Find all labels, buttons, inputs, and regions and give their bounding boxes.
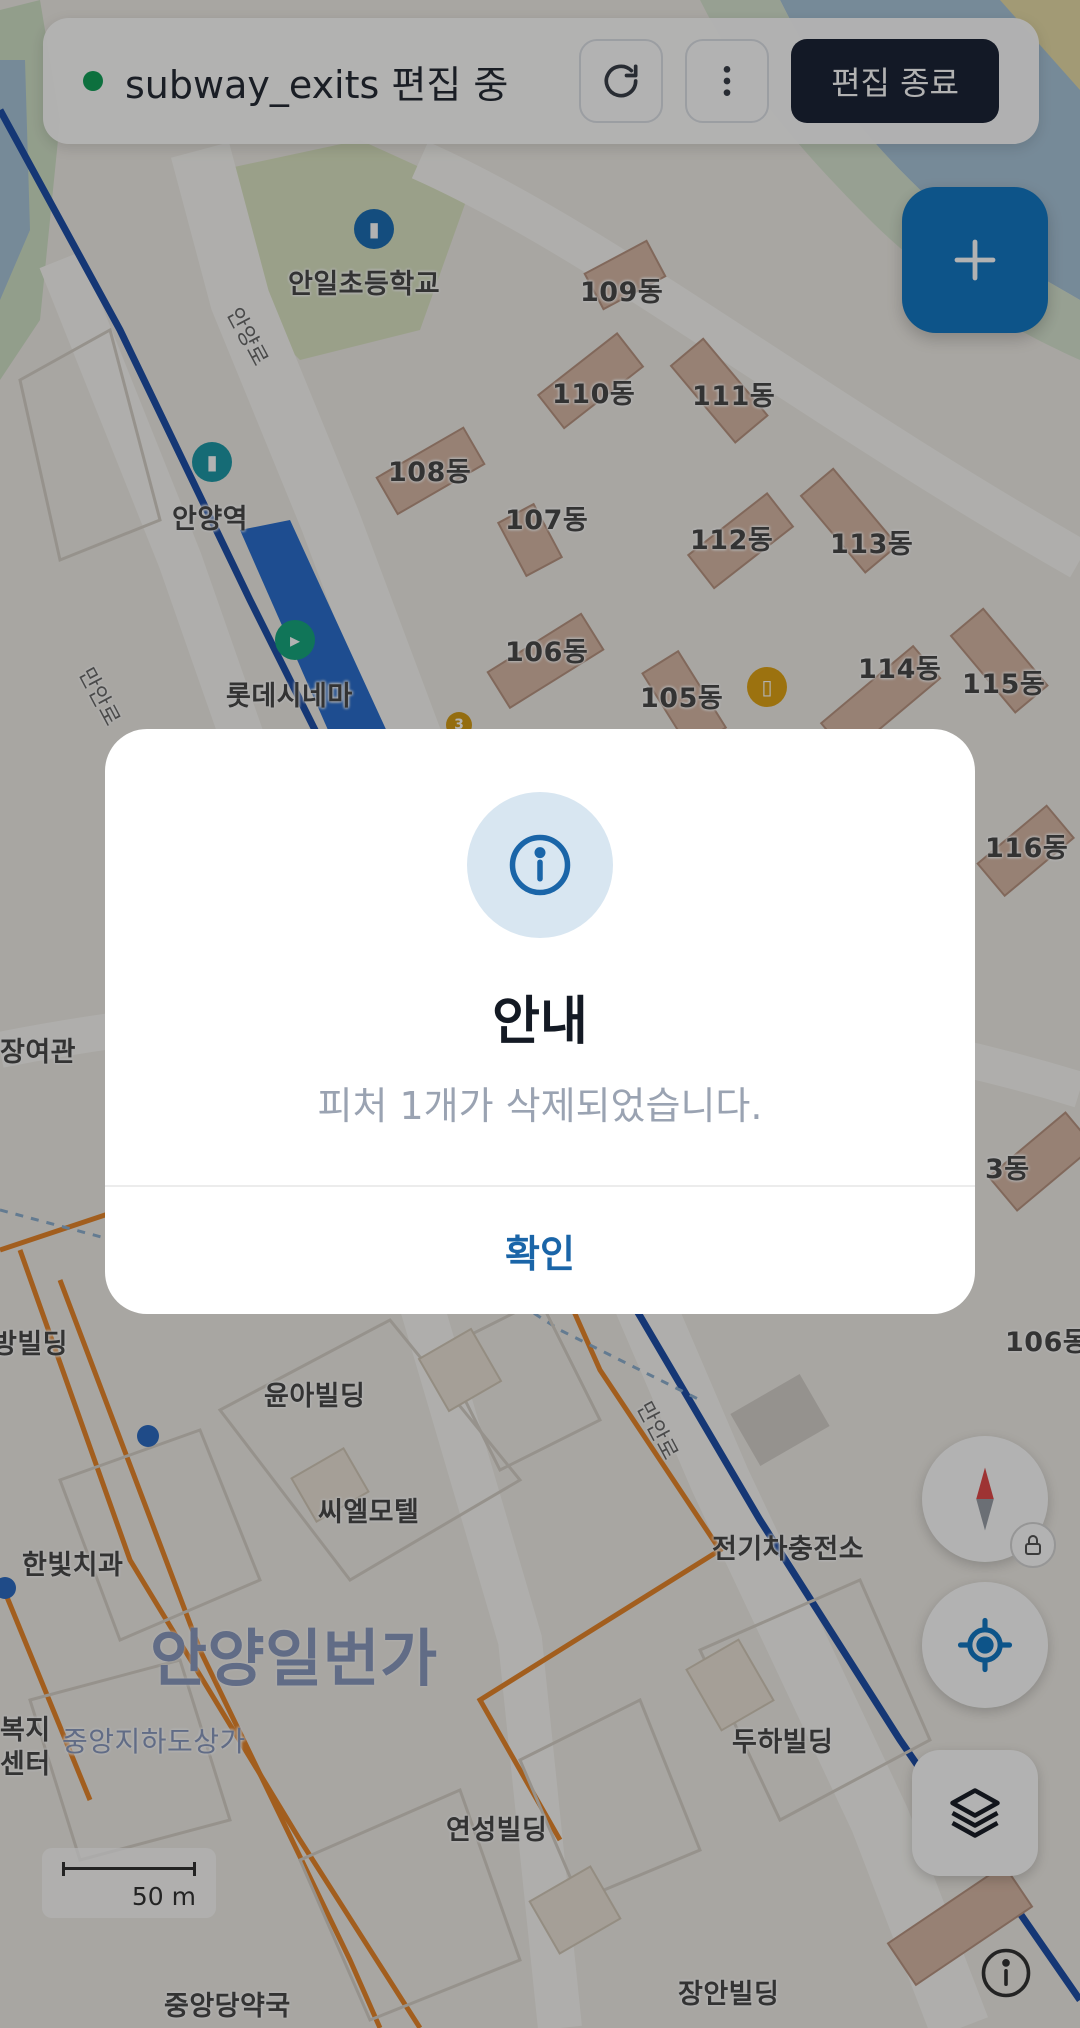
info-icon [509,834,571,896]
dialog-message: 피처 1개가 삭제되었습니다. [317,1084,763,1128]
info-dialog: 안내 피처 1개가 삭제되었습니다. 확인 [105,729,975,1314]
info-icon-badge [467,792,613,938]
dialog-title: 안내 [492,992,588,1052]
confirm-button[interactable]: 확인 [105,1187,975,1314]
